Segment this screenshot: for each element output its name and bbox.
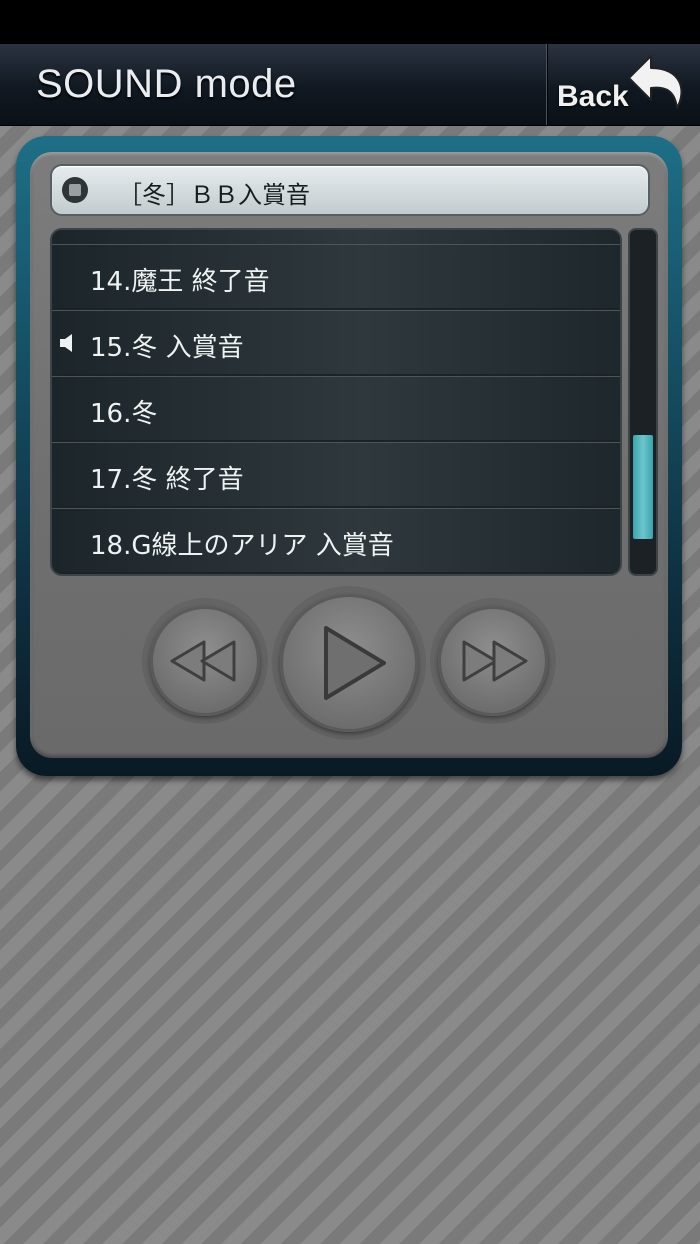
speaker-icon: [60, 334, 72, 352]
player-frame: ［冬］ＢＢ入賞音 14.魔王 終了音 15.冬 入賞音 16.冬 17.冬 終了…: [16, 136, 682, 776]
stop-icon[interactable]: [62, 177, 88, 203]
track-label: 17.冬 終了音: [90, 465, 244, 495]
status-bar: [0, 0, 700, 44]
scroll-thumb[interactable]: [633, 435, 653, 539]
list-item[interactable]: 16.冬: [52, 376, 620, 440]
back-button-label: Back: [557, 80, 629, 113]
now-playing-title: ［冬］ＢＢ入賞音: [118, 181, 310, 209]
player-panel: ［冬］ＢＢ入賞音 14.魔王 終了音 15.冬 入賞音 16.冬 17.冬 終了…: [30, 152, 668, 758]
now-playing-bar: ［冬］ＢＢ入賞音: [50, 164, 650, 216]
page-title: SOUND mode: [36, 62, 297, 106]
scrollbar[interactable]: [630, 230, 656, 574]
list-item[interactable]: 15.冬 入賞音: [52, 310, 620, 374]
fast-forward-icon: [462, 640, 528, 682]
list-item[interactable]: 18.G線上のアリア 入賞音: [52, 508, 620, 572]
back-button[interactable]: Back: [546, 44, 700, 125]
list-item[interactable]: [52, 230, 620, 244]
track-label: 14.魔王 終了音: [90, 267, 270, 297]
track-label: 16.冬: [90, 399, 158, 429]
play-button[interactable]: [280, 594, 418, 732]
fast-forward-button[interactable]: [438, 606, 548, 716]
track-list[interactable]: 14.魔王 終了音 15.冬 入賞音 16.冬 17.冬 終了音 18.G線上の…: [52, 230, 620, 574]
list-item[interactable]: 17.冬 終了音: [52, 442, 620, 506]
list-item[interactable]: 14.魔王 終了音: [52, 244, 620, 308]
track-label: 15.冬 入賞音: [90, 333, 244, 363]
track-label: 18.G線上のアリア 入賞音: [90, 531, 394, 561]
rewind-icon: [170, 640, 236, 682]
play-icon: [324, 626, 386, 700]
back-arrow-icon: [628, 55, 683, 109]
header-bar: SOUND mode Back: [0, 44, 700, 126]
rewind-button[interactable]: [150, 606, 260, 716]
